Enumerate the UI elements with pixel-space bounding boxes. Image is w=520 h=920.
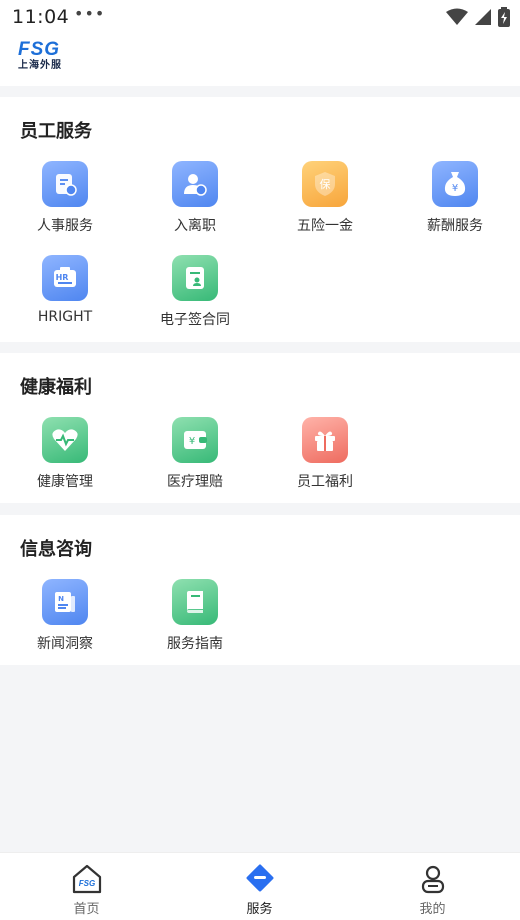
service-label: 服务指南	[167, 636, 223, 652]
section-title: 信息咨询	[20, 539, 92, 560]
gift-icon	[302, 417, 348, 463]
logo-text: FSG	[18, 39, 61, 60]
section-title: 员工服务	[20, 121, 92, 142]
service-label: 医疗理赔	[167, 474, 223, 490]
service-label: 新闻洞察	[37, 636, 93, 652]
tab-label: 首页	[73, 902, 100, 917]
medical-claim-icon: ¥	[172, 417, 218, 463]
health-icon	[42, 417, 88, 463]
system-icons	[446, 7, 510, 27]
salary-icon: ¥	[432, 161, 478, 207]
notification-dots: •••	[74, 4, 106, 23]
service-onboarding[interactable]: 入离职	[130, 161, 260, 251]
tab-service[interactable]: 服务	[173, 853, 346, 920]
service-news[interactable]: N 新闻洞察	[0, 579, 130, 669]
news-icon: N	[42, 579, 88, 625]
logo-subtitle: 上海外服	[18, 60, 62, 71]
service-gift[interactable]: 员工福利	[260, 417, 390, 507]
home-icon: FSG	[71, 863, 103, 895]
section-title: 健康福利	[20, 377, 92, 398]
service-medical-claim[interactable]: ¥ 医疗理赔	[130, 417, 260, 507]
tab-home[interactable]: FSG 首页	[0, 853, 173, 920]
home-glyph: FSG	[79, 879, 95, 888]
service-guide[interactable]: 服务指南	[130, 579, 260, 669]
news-glyph: N	[58, 595, 64, 603]
insurance-glyph: 保	[320, 177, 331, 191]
service-salary[interactable]: ¥ 薪酬服务	[390, 161, 520, 251]
tab-label: 我的	[419, 902, 446, 917]
service-label: 员工福利	[297, 474, 353, 490]
service-label: HRIGHT	[37, 309, 93, 325]
fsg-logo: FSG 上海外服	[18, 40, 78, 76]
app-header: FSG 上海外服	[0, 36, 520, 86]
service-label: 五险一金	[297, 218, 353, 234]
service-hr[interactable]: 人事服务	[0, 161, 130, 251]
battery-icon	[498, 7, 510, 27]
section-info-consult: 信息咨询 N 新闻洞察 服务指南	[0, 515, 520, 665]
medical-claim-glyph: ¥	[189, 436, 195, 447]
section-health-benefits: 健康福利 健康管理 ¥ 医疗理赔 员工福利	[0, 353, 520, 503]
service-icon	[244, 863, 276, 895]
service-label: 薪酬服务	[427, 218, 483, 234]
service-health[interactable]: 健康管理	[0, 417, 130, 507]
hright-icon: HR	[42, 255, 88, 301]
insurance-icon: 保	[302, 161, 348, 207]
service-label: 健康管理	[37, 474, 93, 490]
wifi-icon	[446, 8, 468, 25]
tab-profile[interactable]: 我的	[346, 853, 519, 920]
profile-icon	[417, 863, 449, 895]
salary-glyph: ¥	[452, 183, 458, 194]
hr-service-icon	[42, 161, 88, 207]
e-contract-icon	[172, 255, 218, 301]
tab-label: 服务	[246, 902, 273, 917]
guide-icon	[172, 579, 218, 625]
service-hright[interactable]: HR HRIGHT	[0, 255, 130, 345]
signal-icon	[475, 9, 491, 25]
service-label: 入离职	[174, 218, 216, 234]
status-bar: 11:04 •••	[0, 0, 520, 36]
hright-glyph: HR	[56, 273, 69, 282]
section-employee-services: 员工服务 人事服务 入离职 保 五险一金 ¥ 薪酬服务 HR HRIGHT 电子…	[0, 97, 520, 342]
service-insurance[interactable]: 保 五险一金	[260, 161, 390, 251]
service-e-contract[interactable]: 电子签合同	[130, 255, 260, 345]
status-time: 11:04	[12, 6, 70, 28]
service-label: 人事服务	[37, 218, 93, 234]
onboarding-icon	[172, 161, 218, 207]
service-label: 电子签合同	[160, 312, 230, 328]
bottom-tab-bar: FSG 首页 服务 我的	[0, 852, 520, 920]
